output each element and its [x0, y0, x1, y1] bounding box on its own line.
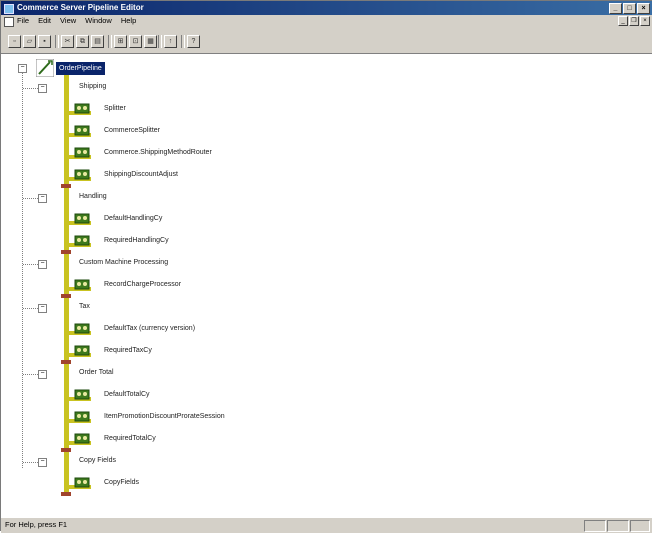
stage-collapse-toggle[interactable]: −	[38, 370, 47, 379]
pipeline-editor-window: Commerce Server Pipeline Editor _ □ × Fi…	[0, 0, 652, 533]
component-label[interactable]: Splitter	[104, 105, 126, 112]
status-panel	[607, 520, 629, 532]
paste-button[interactable]: ▤	[91, 35, 104, 48]
stage-end-marker	[61, 492, 71, 496]
window-title: Commerce Server Pipeline Editor	[17, 3, 144, 12]
stage-end-marker	[61, 360, 71, 364]
component-icon[interactable]	[69, 169, 91, 182]
insert-component-button[interactable]: ⊡	[129, 35, 142, 48]
component-icon[interactable]	[69, 235, 91, 248]
stage-end-marker	[61, 294, 71, 298]
component-icon[interactable]	[69, 411, 91, 424]
tree-connector	[23, 198, 38, 199]
cut-button[interactable]: ✂	[61, 35, 74, 48]
component-label[interactable]: DefaultTotalCy	[104, 391, 150, 398]
status-panel	[584, 520, 606, 532]
help-button[interactable]: ?	[187, 35, 200, 48]
toolbar-separator	[181, 35, 185, 48]
stage-collapse-toggle[interactable]: −	[38, 260, 47, 269]
toolbar-separator	[55, 35, 59, 48]
tree-connector	[23, 462, 38, 463]
stage-collapse-toggle[interactable]: −	[38, 458, 47, 467]
pipeline-tree: − OrderPipeline − Shipping Splitter Commerc…	[1, 54, 652, 517]
stage-label[interactable]: Tax	[79, 303, 90, 310]
pipeline-collapse-toggle[interactable]: −	[18, 64, 27, 73]
menu-edit[interactable]: Edit	[38, 15, 51, 27]
document-minimize-button[interactable]: _	[618, 16, 628, 26]
document-restore-button[interactable]: ❐	[629, 16, 639, 26]
stage-label[interactable]: Shipping	[79, 83, 106, 90]
tree-connector	[23, 374, 38, 375]
component-label[interactable]: ItemPromotionDiscountProrateSession	[104, 413, 225, 420]
component-icon[interactable]	[69, 433, 91, 446]
tree-connector	[23, 308, 38, 309]
tree-connector	[22, 73, 23, 468]
component-label[interactable]: CopyFields	[104, 479, 139, 486]
menu-items: File Edit View Window Help	[17, 15, 136, 27]
menu-view[interactable]: View	[60, 15, 76, 27]
component-label[interactable]: Commerce.ShippingMethodRouter	[104, 149, 212, 156]
menu-window[interactable]: Window	[85, 15, 112, 27]
status-text: For Help, press F1	[5, 520, 68, 529]
menu-file[interactable]: File	[17, 15, 29, 27]
open-button[interactable]: ▱	[23, 35, 36, 48]
minimize-button[interactable]: _	[609, 3, 622, 14]
new-button[interactable]: ▫	[8, 35, 21, 48]
pipeline-icon[interactable]	[36, 59, 54, 77]
toolbar-separator	[158, 35, 162, 48]
component-label[interactable]: ShippingDiscountAdjust	[104, 171, 178, 178]
document-close-button[interactable]: ×	[640, 16, 650, 26]
app-icon[interactable]	[4, 4, 14, 14]
save-button[interactable]: ▪	[38, 35, 51, 48]
toolbar: ▫ ▱ ▪ ✂ ⧉ ▤ ⊞ ⊡ ▦ ↑?	[1, 27, 652, 54]
title-bar[interactable]: Commerce Server Pipeline Editor _ □ ×	[1, 1, 652, 15]
component-icon[interactable]	[69, 345, 91, 358]
component-label[interactable]: RequiredTotalCy	[104, 435, 156, 442]
stage-label[interactable]: Copy Fields	[79, 457, 116, 464]
maximize-button[interactable]: □	[623, 3, 636, 14]
component-icon[interactable]	[69, 279, 91, 292]
component-label[interactable]: CommerceSplitter	[104, 127, 160, 134]
toolbar-separator	[108, 35, 112, 48]
stage-label[interactable]: Handling	[79, 193, 107, 200]
close-button[interactable]: ×	[637, 3, 650, 14]
document-window-controls: _ ❐ ×	[618, 16, 650, 26]
component-label[interactable]: RequiredHandlingCy	[104, 237, 169, 244]
component-icon[interactable]	[69, 477, 91, 490]
component-icon[interactable]	[69, 323, 91, 336]
stage-collapse-toggle[interactable]: −	[38, 194, 47, 203]
move-up-button[interactable]: ↑	[164, 35, 177, 48]
component-label[interactable]: RequiredTaxCy	[104, 347, 152, 354]
menu-bar: File Edit View Window Help _ ❐ ×	[1, 15, 652, 27]
component-icon[interactable]	[69, 103, 91, 116]
component-label[interactable]: RecordChargeProcessor	[104, 281, 181, 288]
insert-stage-button[interactable]: ⊞	[114, 35, 127, 48]
stage-end-marker	[61, 184, 71, 188]
stage-collapse-toggle[interactable]: −	[38, 304, 47, 313]
window-controls: _ □ ×	[609, 3, 650, 14]
document-icon[interactable]	[4, 17, 14, 27]
stage-end-marker	[61, 250, 71, 254]
component-icon[interactable]	[69, 213, 91, 226]
component-icon[interactable]	[69, 389, 91, 402]
menu-help[interactable]: Help	[121, 15, 136, 27]
component-icon[interactable]	[69, 147, 91, 160]
stage-label[interactable]: Order Total	[79, 369, 114, 376]
tree-connector	[23, 88, 38, 89]
component-label[interactable]: DefaultTax (currency version)	[104, 325, 195, 332]
stage-collapse-toggle[interactable]: −	[38, 84, 47, 93]
copy-button[interactable]: ⧉	[76, 35, 89, 48]
component-label[interactable]: DefaultHandlingCy	[104, 215, 162, 222]
tree-connector	[23, 264, 38, 265]
properties-button[interactable]: ▦	[144, 35, 157, 48]
status-panel	[630, 520, 650, 532]
stage-end-marker	[61, 448, 71, 452]
pipeline-name[interactable]: OrderPipeline	[56, 62, 105, 75]
stage-label[interactable]: Custom Machine Processing	[79, 259, 168, 266]
component-icon[interactable]	[69, 125, 91, 138]
